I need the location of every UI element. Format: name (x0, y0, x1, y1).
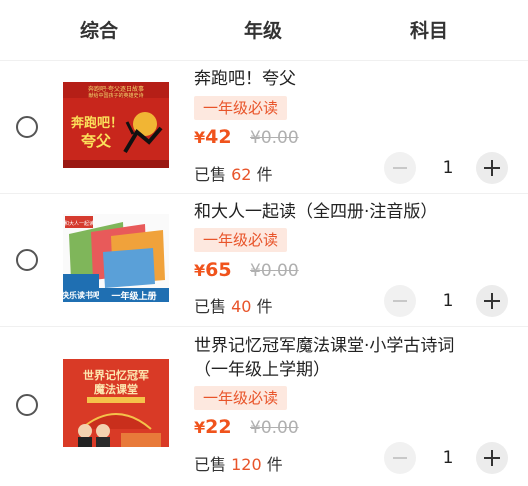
product-title-line2[interactable]: （一年级上学期） (194, 358, 330, 382)
select-radio[interactable] (16, 116, 38, 138)
cover-title-line2: 魔法课堂 (94, 382, 138, 396)
sold-count: 已售 120 件 (194, 451, 283, 475)
quantity-value: 1 (442, 291, 454, 311)
sold-number: 120 (231, 455, 262, 474)
increment-button[interactable] (476, 152, 508, 184)
select-radio[interactable] (16, 249, 38, 271)
grade-badge: 一年级必读 (194, 386, 288, 410)
filter-tabs: 综合 年级 科目 (0, 0, 528, 60)
decrement-button[interactable] (384, 152, 416, 184)
product-card: 世界记忆冠军 魔法课堂 世界记忆冠军魔法课堂·小学古诗词 （一年级上学期） 一年… (0, 326, 528, 486)
grade-badge: 一年级必读 (194, 96, 288, 120)
cover-title-line1: 奔跑吧！ (70, 115, 123, 131)
cover-strip-text: 一年级上册 (111, 290, 156, 302)
product-price: ¥42 (194, 126, 232, 148)
currency-symbol: ¥ (194, 418, 206, 437)
sold-count: 已售 62 件 (194, 161, 273, 185)
cover-title-line2: 夸父 (81, 132, 112, 150)
increment-button[interactable] (476, 442, 508, 474)
sold-prefix: 已售 (194, 455, 227, 474)
currency-symbol: ¥ (194, 128, 206, 147)
product-title-line1[interactable]: 世界记忆冠军魔法课堂·小学古诗词 (194, 334, 454, 358)
product-card: 奔跑吧·夸父逐日故事 献给中国孩子的英雄史诗 奔跑吧！ 夸父 奔跑吧！夸父 一年… (0, 60, 528, 193)
tab-grade[interactable]: 年级 (244, 16, 282, 43)
cover-tag-text: 和大人一起读 (64, 220, 94, 227)
product-price: ¥65 (194, 259, 232, 281)
original-price: ¥0.00 (250, 261, 299, 281)
currency-symbol: ¥ (194, 261, 206, 280)
product-title[interactable]: 奔跑吧！夸父 (194, 67, 296, 91)
grade-badge: 一年级必读 (194, 228, 288, 252)
sold-number: 62 (231, 165, 252, 184)
increment-button[interactable] (476, 285, 508, 317)
price-value: 22 (205, 416, 232, 438)
quantity-value: 1 (442, 448, 454, 468)
sold-prefix: 已售 (194, 297, 227, 316)
book-cover-read-with-adults[interactable]: 和大人一起读 快乐读书吧 一年级上册 (63, 214, 169, 302)
product-price: ¥22 (194, 416, 232, 438)
sold-unit: 件 (256, 297, 273, 316)
sold-prefix: 已售 (194, 165, 227, 184)
read-with-adults-cover-art: 和大人一起读 快乐读书吧 一年级上册 (63, 214, 169, 302)
product-card: 和大人一起读 快乐读书吧 一年级上册 和大人一起读（全四册·注音版） 一年级必读… (0, 193, 528, 326)
cover-badge-text: 快乐读书吧 (63, 290, 101, 300)
cover-top-text: 奔跑吧·夸父逐日故事 (88, 85, 144, 93)
decrement-button[interactable] (384, 285, 416, 317)
select-radio[interactable] (16, 394, 38, 416)
cover-sub-text: 献给中国孩子的英雄史诗 (88, 92, 143, 99)
original-price: ¥0.00 (250, 128, 299, 148)
original-price: ¥0.00 (250, 418, 299, 438)
sold-number: 40 (231, 297, 252, 316)
book-cover-kuafu[interactable]: 奔跑吧·夸父逐日故事 献给中国孩子的英雄史诗 奔跑吧！ 夸父 (63, 82, 169, 168)
decrement-button[interactable] (384, 442, 416, 474)
quantity-value: 1 (442, 158, 454, 178)
sold-unit: 件 (266, 455, 283, 474)
product-title[interactable]: 和大人一起读（全四册·注音版） (194, 200, 437, 224)
tab-subject[interactable]: 科目 (410, 16, 448, 43)
sold-unit: 件 (256, 165, 273, 184)
book-cover-poetry[interactable]: 世界记忆冠军 魔法课堂 (63, 359, 169, 447)
price-value: 65 (205, 259, 232, 281)
price-value: 42 (205, 126, 232, 148)
poetry-cover-art: 世界记忆冠军 魔法课堂 (63, 359, 169, 447)
tab-comprehensive[interactable]: 综合 (80, 16, 118, 43)
cover-title-line1: 世界记忆冠军 (83, 368, 149, 382)
sold-count: 已售 40 件 (194, 293, 273, 317)
kuafu-cover-art: 奔跑吧·夸父逐日故事 献给中国孩子的英雄史诗 奔跑吧！ 夸父 (63, 82, 169, 168)
